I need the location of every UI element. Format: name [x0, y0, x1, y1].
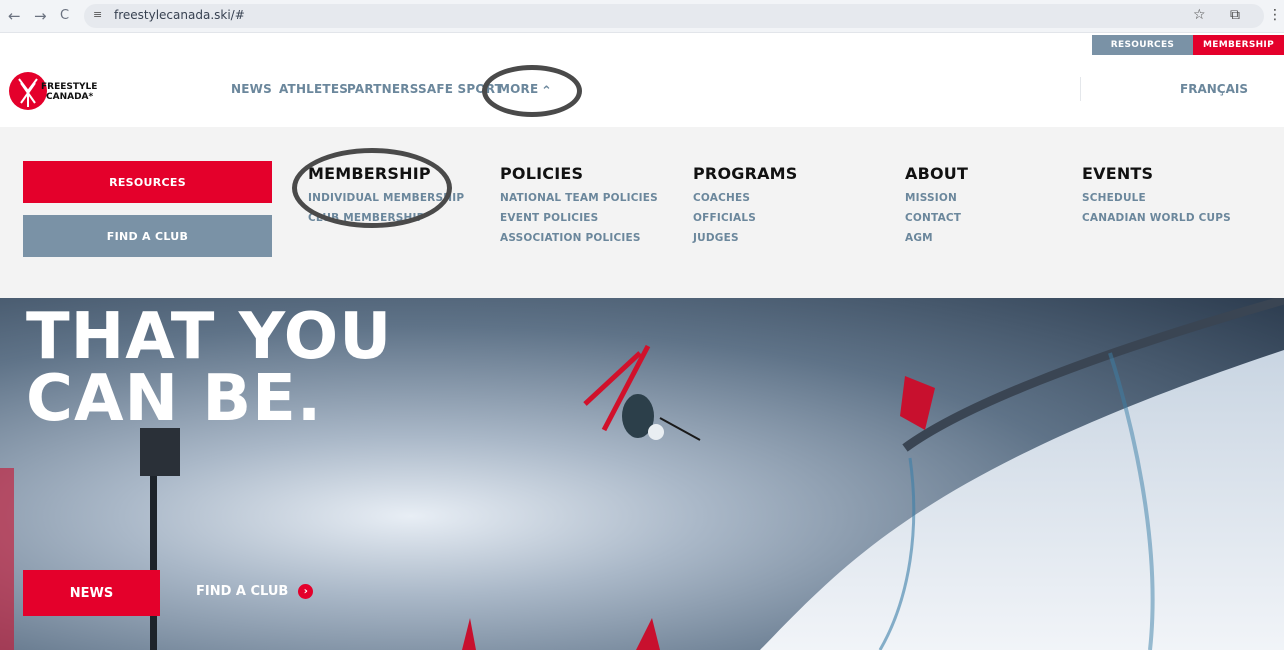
nav-safe-sport[interactable]: SAFE SPORT [418, 82, 503, 96]
menu-heading[interactable]: EVENTS [1082, 164, 1231, 183]
menu-link-individual-membership[interactable]: INDIVIDUAL MEMBERSHIP [308, 192, 464, 204]
address-url[interactable]: freestylecanada.ski/# [114, 8, 245, 22]
menu-link-event-policies[interactable]: EVENT POLICIES [500, 212, 658, 224]
logo-text-top: FREESTYLE [41, 82, 97, 92]
menu-column-membership: MEMBERSHIP INDIVIDUAL MEMBERSHIP CLUB ME… [308, 164, 464, 232]
menu-link-canadian-world-cups[interactable]: CANADIAN WORLD CUPS [1082, 212, 1231, 224]
header-divider [1080, 77, 1081, 101]
hero-banner: THAT YOU CAN BE. NEWS FIND A CLUB › [0, 298, 1284, 650]
browser-toolbar: ← → C ≡ freestylecanada.ski/# ☆ ⧉ ⋮ [0, 0, 1284, 33]
menu-link-club-membership[interactable]: CLUB MEMBERSHIP [308, 212, 464, 224]
menu-link-judges[interactable]: JUDGES [693, 232, 798, 244]
menu-column-policies: POLICIES NATIONAL TEAM POLICIES EVENT PO… [500, 164, 658, 252]
mega-find-club-button[interactable]: FIND A CLUB [23, 215, 272, 257]
menu-link-schedule[interactable]: SCHEDULE [1082, 192, 1231, 204]
menu-column-programs: PROGRAMS COACHES OFFICIALS JUDGES [693, 164, 798, 252]
nav-partners[interactable]: PARTNERS [347, 82, 419, 96]
hero-headline: THAT YOU CAN BE. [26, 300, 393, 436]
chevron-up-icon[interactable]: ⌃ [541, 84, 552, 99]
hero-find-club-link[interactable]: FIND A CLUB › [196, 584, 314, 599]
forward-icon[interactable]: → [34, 8, 47, 24]
hero-find-club-label: FIND A CLUB [196, 584, 289, 599]
nav-more[interactable]: MORE [498, 82, 538, 96]
arrow-right-icon: › [298, 584, 314, 599]
menu-column-events: EVENTS SCHEDULE CANADIAN WORLD CUPS [1082, 164, 1231, 232]
menu-link-contact[interactable]: CONTACT [905, 212, 968, 224]
menu-heading[interactable]: ABOUT [905, 164, 968, 183]
hero-headline-line-1: THAT YOU [26, 300, 393, 374]
menu-column-about: ABOUT MISSION CONTACT AGM [905, 164, 968, 252]
nav-athletes[interactable]: ATHLETES [279, 82, 348, 96]
utility-membership-link[interactable]: MEMBERSHIP [1193, 35, 1284, 55]
site-info-icon[interactable]: ≡ [93, 8, 107, 22]
utility-resources-link[interactable]: RESOURCES [1092, 35, 1193, 55]
browser-menu-icon[interactable]: ⋮ [1268, 7, 1282, 23]
bookmark-star-icon[interactable]: ☆ [1193, 7, 1206, 23]
back-icon[interactable]: ← [8, 8, 21, 24]
hero-news-button[interactable]: NEWS [23, 570, 160, 616]
menu-link-national-team-policies[interactable]: NATIONAL TEAM POLICIES [500, 192, 658, 204]
reload-icon[interactable]: C [60, 8, 69, 24]
menu-heading[interactable]: POLICIES [500, 164, 658, 183]
hero-headline-line-2: CAN BE. [26, 362, 323, 436]
menu-link-agm[interactable]: AGM [905, 232, 968, 244]
menu-heading[interactable]: MEMBERSHIP [308, 164, 464, 183]
logo-text-bottom: CANADA* [46, 92, 94, 102]
mega-menu-panel: RESOURCES FIND A CLUB MEMBERSHIP INDIVID… [0, 127, 1284, 298]
menu-link-association-policies[interactable]: ASSOCIATION POLICIES [500, 232, 658, 244]
language-toggle[interactable]: FRANÇAIS [1180, 82, 1248, 96]
extensions-icon[interactable]: ⧉ [1230, 7, 1240, 23]
freestyle-canada-logo[interactable]: FREESTYLE CANADA* [8, 69, 98, 113]
nav-news[interactable]: NEWS [231, 82, 272, 96]
menu-heading[interactable]: PROGRAMS [693, 164, 798, 183]
menu-link-coaches[interactable]: COACHES [693, 192, 798, 204]
mega-resources-button[interactable]: RESOURCES [23, 161, 272, 203]
address-bar[interactable] [84, 4, 1264, 28]
menu-link-officials[interactable]: OFFICIALS [693, 212, 798, 224]
site-header: FREESTYLE CANADA* NEWS ATHLETES PARTNERS… [0, 55, 1284, 127]
menu-link-mission[interactable]: MISSION [905, 192, 968, 204]
